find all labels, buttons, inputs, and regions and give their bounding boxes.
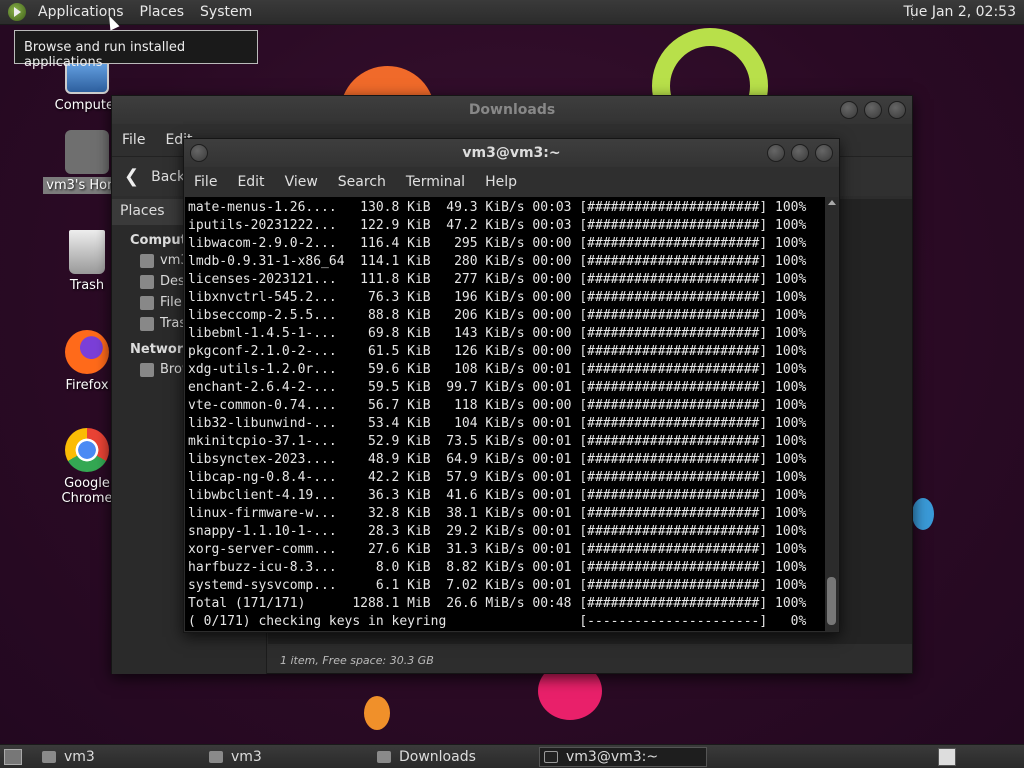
terminal-window: vm3@vm3:~ File Edit View Search Terminal… [183, 138, 840, 633]
terminal-line: mkinitcpio-37.1-... 52.9 KiB 73.5 KiB/s … [188, 434, 807, 449]
terminal-line: libcap-ng-0.8.4-... 42.2 KiB 57.9 KiB/s … [188, 470, 807, 485]
menu-view[interactable]: View [275, 174, 328, 190]
places-menu[interactable]: Places [136, 4, 189, 20]
menu-logo-icon[interactable] [8, 3, 26, 21]
terminal-line: snappy-1.1.10-1-... 28.3 KiB 29.2 KiB/s … [188, 524, 807, 539]
taskbar-item[interactable]: vm3 [38, 747, 198, 767]
back-button[interactable]: Back [151, 169, 185, 185]
firefox-icon [65, 330, 109, 374]
taskbar-item-active[interactable]: vm3@vm3:~ [539, 747, 707, 767]
desktop-icon-label: Firefox [65, 378, 109, 393]
home-folder-icon [65, 130, 109, 174]
wallpaper-shape [364, 696, 390, 730]
terminal-line: libebml-1.4.5-1-... 69.8 KiB 143 KiB/s 0… [188, 326, 807, 341]
terminal-line: enchant-2.6.4-2-... 59.5 KiB 99.7 KiB/s … [188, 380, 807, 395]
trash-icon [69, 230, 105, 274]
window-title: Downloads [468, 102, 556, 118]
desktop-icon-label: Trash [69, 278, 105, 293]
folder-icon [209, 751, 223, 763]
chrome-icon [65, 428, 109, 472]
terminal-line: libseccomp-2.5.5... 88.8 KiB 206 KiB/s 0… [188, 308, 807, 323]
minimize-button[interactable] [767, 144, 785, 162]
terminal-titlebar[interactable]: vm3@vm3:~ [184, 139, 839, 167]
terminal-line: libwacom-2.9.0-2... 116.4 KiB 295 KiB/s … [188, 236, 807, 251]
menu-help[interactable]: Help [475, 174, 527, 190]
terminal-line: lmdb-0.9.31-1-x86_64 114.1 KiB 280 KiB/s… [188, 254, 807, 269]
maximize-button[interactable] [791, 144, 809, 162]
terminal-line: ( 0/171) checking keys in keyring [-----… [188, 614, 807, 629]
desktop-icon [140, 274, 154, 289]
terminal-line: licenses-2023121... 111.8 KiB 277 KiB/s … [188, 272, 807, 287]
terminal-line: harfbuzz-icu-8.3... 8.0 KiB 8.82 KiB/s 0… [188, 560, 807, 575]
terminal-line: systemd-sysvcomp... 6.1 KiB 7.02 KiB/s 0… [188, 578, 807, 593]
terminal-line: vte-common-0.74.... 56.7 KiB 118 KiB/s 0… [188, 398, 807, 413]
terminal-line: linux-firmware-w... 32.8 KiB 38.1 KiB/s … [188, 506, 807, 521]
terminal-line: lib32-libunwind-... 53.4 KiB 104 KiB/s 0… [188, 416, 807, 431]
menu-edit[interactable]: Edit [227, 174, 274, 190]
home-icon [140, 253, 154, 268]
close-button[interactable] [888, 101, 906, 119]
bottom-panel: vm3 vm3 Downloads vm3@vm3:~ [0, 744, 1024, 768]
terminal-scrollbar[interactable] [825, 197, 838, 631]
show-desktop-button[interactable] [4, 748, 22, 765]
desktop-icon-label: Google Chrome [61, 476, 113, 506]
scroll-up-icon[interactable] [827, 200, 836, 205]
panel-clock[interactable]: Tue Jan 2, 02:53 [903, 4, 1016, 20]
taskbar-item[interactable]: vm3 [205, 747, 365, 767]
menu-file[interactable]: File [112, 132, 155, 148]
terminal-line: pkgconf-2.1.0-2-... 61.5 KiB 126 KiB/s 0… [188, 344, 807, 359]
terminal-line: mate-menus-1.26.... 130.8 KiB 49.3 KiB/s… [188, 200, 807, 215]
top-panel: Applications Places System Tue Jan 2, 02… [0, 0, 1024, 25]
minimize-button[interactable] [840, 101, 858, 119]
folder-icon [42, 751, 56, 763]
terminal-line: xdg-utils-1.2.0r... 59.6 KiB 108 KiB/s 0… [188, 362, 807, 377]
workspace-switcher[interactable] [938, 748, 956, 766]
terminal-line: libsynctex-2023.... 48.9 KiB 64.9 KiB/s … [188, 452, 807, 467]
terminal-line: libxnvctrl-545.2... 76.3 KiB 196 KiB/s 0… [188, 290, 807, 305]
status-bar: 1 item, Free space: 30.3 GB [268, 649, 912, 673]
terminal-line: iputils-20231222... 122.9 KiB 47.2 KiB/s… [188, 218, 807, 233]
tooltip: Browse and run installed applications [14, 30, 258, 70]
terminal-line: libwbclient-4.19... 36.3 KiB 41.6 KiB/s … [188, 488, 807, 503]
back-arrow-icon[interactable]: ❮ [124, 166, 139, 187]
desktop-icon-label: Computer [54, 98, 120, 113]
system-menu[interactable]: System [196, 4, 256, 20]
file-manager-titlebar[interactable]: Downloads [112, 96, 912, 124]
trash-icon [140, 316, 154, 331]
terminal-icon [544, 751, 558, 763]
terminal-output[interactable]: mate-menus-1.26.... 130.8 KiB 49.3 KiB/s… [185, 197, 828, 631]
window-title: vm3@vm3:~ [462, 145, 561, 161]
taskbar-item[interactable]: Downloads [373, 747, 533, 767]
menu-search[interactable]: Search [328, 174, 396, 190]
menu-terminal[interactable]: Terminal [396, 174, 475, 190]
folder-icon [377, 751, 391, 763]
terminal-line: Total (171/171) 1288.1 MiB 26.6 MiB/s 00… [188, 596, 807, 611]
maximize-button[interactable] [864, 101, 882, 119]
terminal-line: xorg-server-comm... 27.6 KiB 31.3 KiB/s … [188, 542, 807, 557]
close-button[interactable] [815, 144, 833, 162]
menu-file[interactable]: File [184, 174, 227, 190]
drive-icon [140, 295, 154, 310]
scrollbar-thumb[interactable] [827, 577, 836, 625]
window-menu-button[interactable] [190, 144, 208, 162]
terminal-menubar: File Edit View Search Terminal Help [184, 167, 839, 197]
wallpaper-shape [912, 498, 934, 530]
network-icon [140, 362, 154, 377]
